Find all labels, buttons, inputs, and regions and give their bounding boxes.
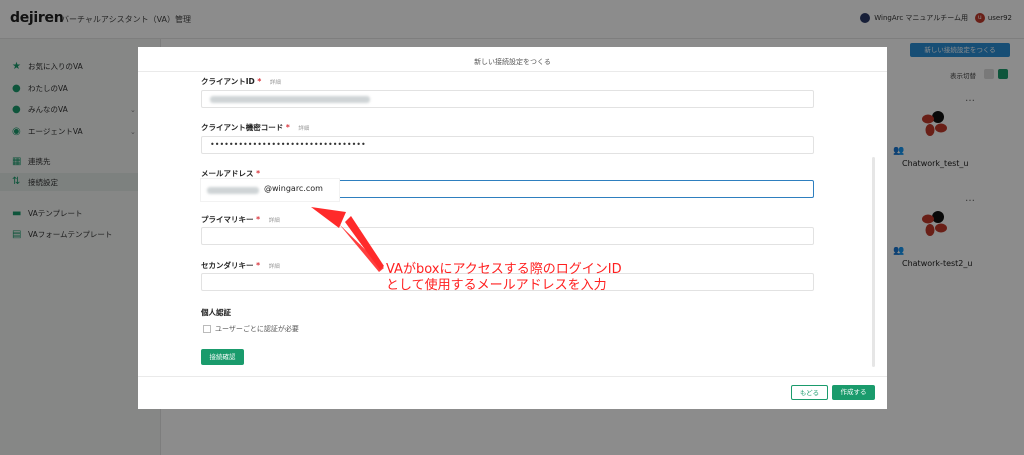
annotation-arrow-icon (311, 207, 384, 272)
annotation-line-1: VAがboxにアクセスする際のログインID (386, 262, 622, 277)
annotation-line-2: として使用するメールアドレスを入力 (386, 278, 607, 293)
annotation-text: VAがboxにアクセスする際のログインID として使用するメールアドレスを入力 (386, 262, 622, 294)
